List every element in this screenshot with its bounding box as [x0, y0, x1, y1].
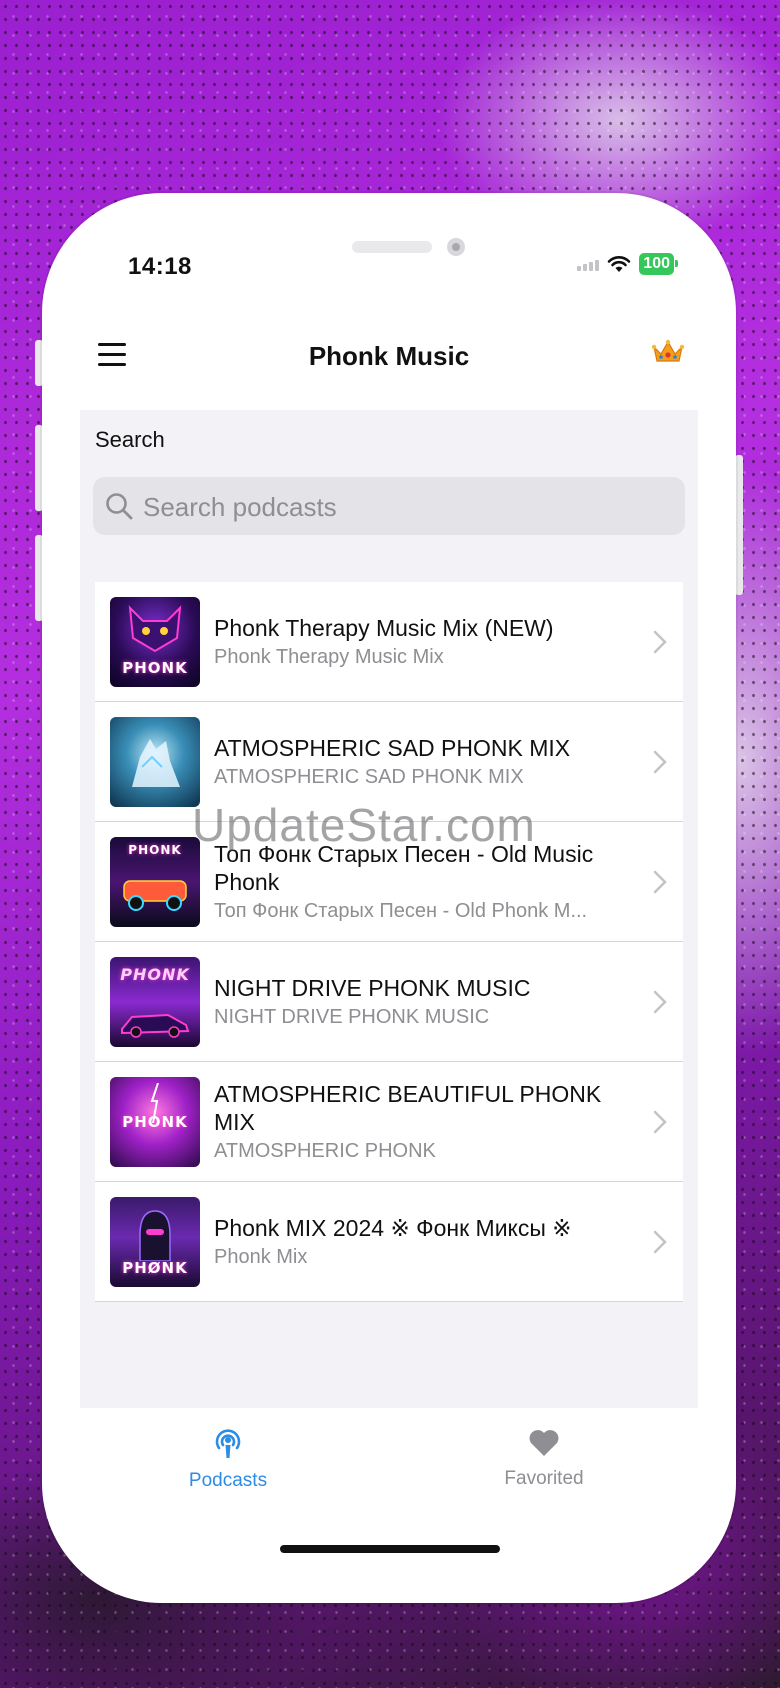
chevron-right-icon: [653, 1110, 667, 1134]
podcast-artwork: PHONK: [110, 957, 200, 1047]
chevron-right-icon: [653, 750, 667, 774]
podcast-subtitle: ATMOSPHERIC SAD PHONK MIX: [214, 765, 524, 788]
podcast-subtitle: Топ Фонк Старых Песен - Old Phonk M...: [214, 899, 588, 922]
artwork-text: PHONK: [128, 843, 182, 857]
home-indicator[interactable]: [280, 1545, 500, 1553]
tab-favorited[interactable]: Favorited: [444, 1408, 644, 1508]
podcast-artwork: PHONK: [110, 837, 200, 927]
magnifier-icon: [106, 493, 133, 520]
podcast-broadcast-icon: [215, 1429, 241, 1458]
artwork-text: PHONK: [120, 965, 190, 984]
podcast-subtitle: Phonk Mix: [214, 1245, 308, 1268]
podcast-row-atmospheric-sad[interactable]: ATMOSPHERIC SAD PHONK MIX ATMOSPHERIC SA…: [95, 702, 683, 822]
podcast-artwork: PHØNK: [110, 1197, 200, 1287]
tab-favorited-label: Favorited: [504, 1468, 584, 1489]
chevron-right-icon: [653, 990, 667, 1014]
podcast-title: Топ Фонк Старых Песен - Old Music Phonk: [214, 840, 594, 895]
chevron-right-icon: [653, 630, 667, 654]
podcast-artwork: PHONK: [110, 1077, 200, 1167]
artwork-text: PHONK: [122, 659, 188, 677]
notch: [232, 199, 546, 265]
podcast-title: NIGHT DRIVE PHONK MUSIC: [214, 974, 531, 1001]
wifi-icon: [607, 256, 631, 272]
podcast-artwork: PHONK: [110, 597, 200, 687]
tab-bar: Podcasts Favorited: [42, 1408, 736, 1528]
cellular-signal-icon: [577, 257, 600, 271]
podcast-artwork: [110, 717, 200, 807]
tab-podcasts[interactable]: Podcasts: [128, 1408, 328, 1508]
artwork-text: PHØNK: [122, 1259, 188, 1277]
main-content: Search PHONK Phonk Therapy Music Mix (NE…: [80, 410, 698, 1408]
podcast-row-phonk-mix-2024[interactable]: PHØNK Phonk MIX 2024 ※ Фонк Миксы ※ Phon…: [95, 1182, 683, 1302]
podcast-row-phonk-therapy[interactable]: PHONK Phonk Therapy Music Mix (NEW) Phon…: [95, 582, 683, 702]
chevron-right-icon: [653, 1230, 667, 1254]
search-heading: Search: [95, 427, 165, 452]
page-title: Phonk Music: [308, 341, 470, 371]
podcast-subtitle: NIGHT DRIVE PHONK MUSIC: [214, 1005, 490, 1028]
podcast-row-old-music-phonk[interactable]: PHONK Топ Фонк Старых Песен - Old Music …: [95, 822, 683, 942]
tab-podcasts-label: Podcasts: [188, 1470, 268, 1491]
status-time: 14:18: [128, 253, 192, 280]
crown-premium-icon[interactable]: [651, 339, 685, 372]
search-bar[interactable]: [93, 477, 685, 537]
navigation-bar: Phonk Music: [42, 311, 736, 411]
podcast-list: PHONK Phonk Therapy Music Mix (NEW) Phon…: [95, 582, 683, 1302]
podcast-title: ATMOSPHERIC BEAUTIFUL PHONK MIX: [214, 1080, 602, 1135]
podcast-subtitle: Phonk Therapy Music Mix: [214, 645, 444, 668]
search-input[interactable]: [141, 477, 675, 537]
podcast-title: Phonk MIX 2024 ※ Фонк Миксы ※: [214, 1214, 572, 1241]
podcast-row-night-drive[interactable]: PHONK NIGHT DRIVE PHONK MUSIC NIGHT DRIV…: [95, 942, 683, 1062]
chevron-right-icon: [653, 870, 667, 894]
earpiece-speaker: [352, 241, 432, 253]
heart-icon: [529, 1430, 559, 1456]
podcast-subtitle: ATMOSPHERIC PHONK: [214, 1139, 436, 1162]
podcast-title: ATMOSPHERIC SAD PHONK MIX: [214, 734, 571, 761]
front-camera: [447, 238, 465, 256]
status-icons: 100: [577, 253, 678, 275]
podcast-row-atmospheric-beautiful[interactable]: PHONK ATMOSPHERIC BEAUTIFUL PHONK MIX AT…: [95, 1062, 683, 1182]
phone-screen: 14:18 100 Phonk Music Search Search podc…: [42, 193, 736, 1603]
podcast-title: Phonk Therapy Music Mix (NEW): [214, 614, 554, 641]
power-button: [735, 455, 743, 595]
battery-indicator: 100: [639, 253, 678, 275]
